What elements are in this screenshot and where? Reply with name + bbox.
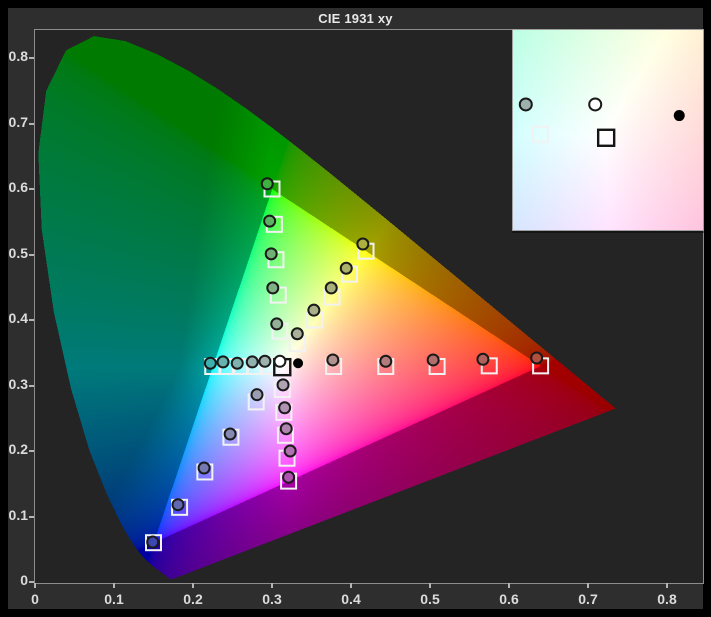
y-tick-label: 0.1 — [4, 507, 28, 523]
x-tick-mark — [587, 583, 589, 588]
measured-marker — [225, 428, 236, 439]
x-tick-mark — [113, 583, 115, 588]
y-tick-mark — [29, 450, 34, 452]
measured-marker — [271, 318, 282, 329]
measured-marker — [232, 358, 243, 369]
x-tick-label: 0.5 — [408, 591, 452, 607]
measured-marker — [251, 389, 262, 400]
whitepoint-inset-panel — [512, 29, 704, 231]
x-tick-label: 0.1 — [92, 591, 136, 607]
measured-marker — [218, 356, 229, 367]
measured-marker — [278, 379, 289, 390]
measured-marker — [341, 263, 352, 274]
measured-marker — [199, 463, 210, 474]
x-tick-label: 0 — [13, 591, 57, 607]
y-tick-label: 0.2 — [4, 441, 28, 457]
chart-panel: CIE 1931 xy 00.10.20.30.40.50.60.70.8 00… — [8, 8, 703, 609]
measured-marker — [477, 354, 488, 365]
measured-marker — [281, 423, 292, 434]
measured-marker — [247, 356, 258, 367]
y-tick-mark — [29, 123, 34, 125]
measured-marker — [428, 354, 439, 365]
application-window: CIE 1931 xy 0 0.1 0.2 0.3 0.4 0.5 0.6 0.7 0.8 0 0… — [0, 0, 711, 617]
x-tick-label: 0.2 — [171, 591, 215, 607]
x-tick-label: 0.3 — [250, 591, 294, 607]
measured-marker — [283, 472, 294, 483]
measured-marker — [327, 354, 338, 365]
y-tick-mark — [29, 254, 34, 256]
measured-marker — [380, 356, 391, 367]
y-tick-label: 0.8 — [4, 48, 28, 64]
inset-white-reference-dot — [674, 110, 685, 121]
measured-marker — [308, 305, 319, 316]
chart-title: CIE 1931 xy — [8, 8, 703, 29]
measured-marker — [266, 248, 277, 259]
measured-marker — [357, 239, 368, 250]
y-tick-mark — [29, 188, 34, 190]
y-tick-mark — [29, 581, 34, 583]
x-tick-label: 0.8 — [645, 591, 689, 607]
y-tick-label: 0 — [4, 572, 28, 588]
y-tick-mark — [29, 516, 34, 518]
measured-marker — [259, 356, 270, 367]
y-tick-label: 0.5 — [4, 245, 28, 261]
measured-marker — [262, 178, 273, 189]
y-tick-label: 0.7 — [4, 114, 28, 130]
inset-white-measured-marker — [589, 98, 601, 110]
measured-marker — [205, 358, 216, 369]
y-tick-mark — [29, 385, 34, 387]
measured-marker — [172, 499, 183, 510]
measured-marker — [292, 328, 303, 339]
inset-white-target-marker — [598, 130, 614, 146]
x-tick-mark — [34, 583, 36, 588]
measured-marker — [264, 216, 275, 227]
measured-marker — [147, 537, 158, 548]
x-tick-mark — [192, 583, 194, 588]
y-tick-label: 0.6 — [4, 179, 28, 195]
y-tick-mark — [29, 319, 34, 321]
inset-measured-marker — [520, 98, 532, 110]
measured-marker — [279, 402, 290, 413]
x-tick-label: 0.6 — [487, 591, 531, 607]
y-tick-label: 0.3 — [4, 376, 28, 392]
inset-target-marker — [533, 127, 548, 142]
white-reference-dot — [293, 358, 303, 368]
x-tick-label: 0.7 — [566, 591, 610, 607]
measured-marker — [267, 282, 278, 293]
x-tick-mark — [350, 583, 352, 588]
measured-marker — [285, 446, 296, 457]
x-tick-mark — [666, 583, 668, 588]
measured-marker — [531, 352, 542, 363]
y-tick-mark — [29, 57, 34, 59]
inset-marker-layer — [513, 30, 703, 230]
white-measured-marker — [274, 356, 285, 367]
x-tick-label: 0.4 — [329, 591, 373, 607]
x-tick-mark — [271, 583, 273, 588]
x-tick-mark — [508, 583, 510, 588]
y-tick-label: 0.4 — [4, 310, 28, 326]
measured-marker — [326, 282, 337, 293]
x-tick-mark — [429, 583, 431, 588]
